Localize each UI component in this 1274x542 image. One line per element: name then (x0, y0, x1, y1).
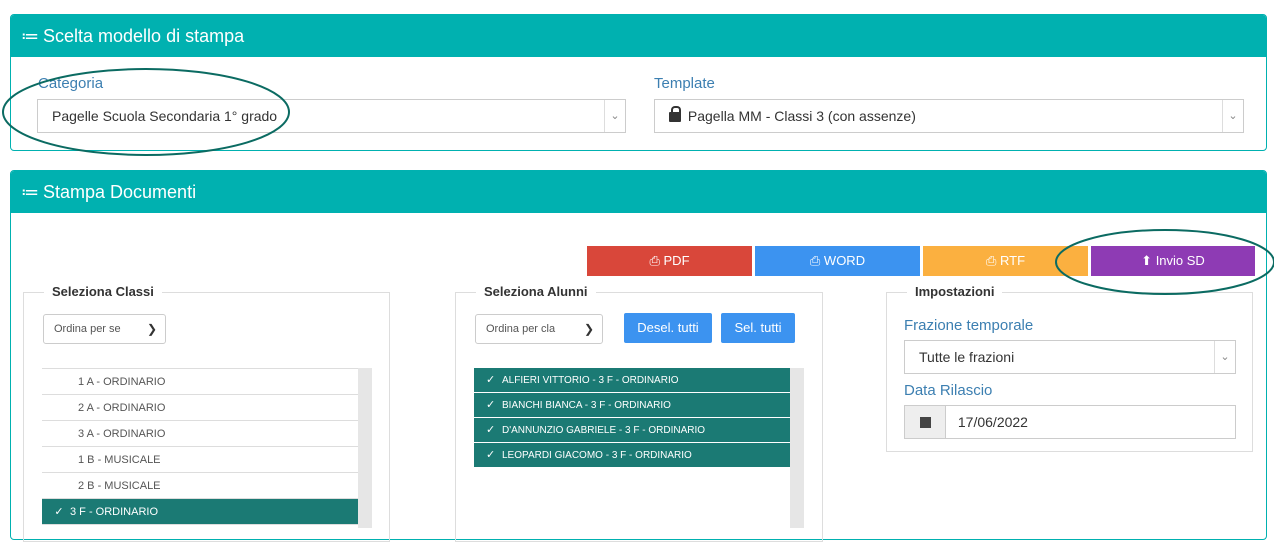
classi-list: 1 A - ORDINARIO 2 A - ORDINARIO 3 A - OR… (42, 368, 358, 525)
classi-order-value: Ordina per se (54, 323, 121, 335)
list-item[interactable]: ✓ D'ANNUNZIO GABRIELE - 3 F - ORDINARIO (474, 418, 790, 443)
categoria-select[interactable]: Pagelle Scuola Secondaria 1° grado ⌄ (37, 99, 626, 133)
student-name: ALFIERI VITTORIO - 3 F - ORDINARIO (502, 375, 679, 386)
panel-header-stampa: ≔ Stampa Documenti (11, 171, 1266, 213)
check-icon: ✓ (54, 506, 64, 518)
pdf-button[interactable]: ⎙ PDF (587, 246, 752, 276)
check-icon: ✓ (486, 374, 496, 386)
classi-order-select[interactable]: Ordina per se ❯ (43, 314, 166, 344)
check-icon: ✓ (486, 424, 496, 436)
list-item[interactable]: ✓ LEOPARDI GIACOMO - 3 F - ORDINARIO (474, 443, 790, 468)
check-icon: ✓ (486, 449, 496, 461)
list-item[interactable]: 3 A - ORDINARIO (42, 421, 358, 447)
frazione-select[interactable]: Tutte le frazioni ⌄ (904, 340, 1236, 374)
check-icon: ✓ (486, 399, 496, 411)
chevron-down-icon: ⌄ (604, 100, 625, 132)
list-item[interactable]: 2 A - ORDINARIO (42, 395, 358, 421)
pdf-button-label: PDF (663, 253, 690, 268)
list-item[interactable]: ✓ ALFIERI VITTORIO - 3 F - ORDINARIO (474, 368, 790, 393)
categoria-value: Pagelle Scuola Secondaria 1° grado (52, 108, 278, 124)
list-item[interactable]: ✓ BIANCHI BIANCA - 3 F - ORDINARIO (474, 393, 790, 418)
frazione-value: Tutte le frazioni (919, 349, 1015, 365)
word-button[interactable]: ⎙ WORD (755, 246, 920, 276)
alunni-order-value: Ordina per cla (486, 323, 556, 335)
select-all-button[interactable]: Sel. tutti (721, 313, 795, 343)
list-item[interactable]: 1 A - ORDINARIO (42, 369, 358, 395)
list-icon: ≔ (21, 26, 39, 46)
panel-header-scelta: ≔ Scelta modello di stampa (11, 15, 1266, 57)
list-item-label: 3 F - ORDINARIO (70, 506, 159, 518)
frazione-label: Frazione temporale (904, 317, 1034, 334)
student-name: D'ANNUNZIO GABRIELE - 3 F - ORDINARIO (502, 425, 706, 436)
data-rilascio-label: Data Rilascio (904, 382, 993, 399)
list-item[interactable]: 2 B - MUSICALE (42, 473, 358, 499)
rtf-button-label: RTF (999, 253, 1026, 268)
chevron-down-icon: ❯ (583, 322, 594, 336)
alunni-list: ✓ ALFIERI VITTORIO - 3 F - ORDINARIO ✓ BIA… (474, 368, 790, 468)
data-rilascio-input[interactable]: 17/06/2022 (904, 405, 1236, 439)
template-select[interactable]: Pagella MM - Classi 3 (con assenze) ⌄ (654, 99, 1244, 133)
data-rilascio-value: 17/06/2022 (957, 414, 1028, 430)
rtf-button[interactable]: ⎙ RTF (923, 246, 1088, 276)
panel-title-stampa: Stampa Documenti (43, 182, 197, 202)
impostazioni-legend: Impostazioni (907, 284, 1003, 299)
panel-title-scelta: Scelta modello di stampa (43, 26, 245, 46)
invio-sd-label: Invio SD (1155, 253, 1205, 268)
categoria-label: Categoria (38, 75, 104, 92)
chevron-down-icon: ❯ (146, 322, 157, 336)
printer-icon: ⎙ (809, 253, 821, 268)
alunni-legend: Seleziona Alunni (476, 284, 596, 299)
printer-icon: ⎙ (649, 253, 660, 268)
template-label: Template (654, 75, 715, 92)
upload-icon: ⬆ (1141, 253, 1153, 268)
classi-scrollbar[interactable] (358, 368, 372, 528)
invio-sd-button[interactable]: ⬆ Invio SD (1091, 246, 1255, 276)
lock-icon (669, 106, 681, 122)
alunni-scrollbar[interactable] (790, 368, 804, 528)
printer-icon: ⎙ (985, 253, 997, 268)
classi-legend: Seleziona Classi (44, 284, 162, 299)
student-name: BIANCHI BIANCA - 3 F - ORDINARIO (502, 400, 671, 411)
student-name: LEOPARDI GIACOMO - 3 F - ORDINARIO (502, 450, 692, 461)
chevron-down-icon: ⌄ (1222, 100, 1243, 132)
chevron-down-icon: ⌄ (1214, 341, 1235, 373)
list-icon: ≔ (21, 182, 39, 202)
word-button-label: WORD (823, 253, 866, 268)
list-item[interactable]: 1 B - MUSICALE (42, 447, 358, 473)
list-item-selected[interactable]: ✓ 3 F - ORDINARIO (42, 499, 358, 525)
deselect-all-button[interactable]: Desel. tutti (624, 313, 712, 343)
calendar-icon (905, 406, 946, 438)
template-value: Pagella MM - Classi 3 (con assenze) (687, 108, 916, 124)
alunni-order-select[interactable]: Ordina per cla ❯ (475, 314, 603, 344)
